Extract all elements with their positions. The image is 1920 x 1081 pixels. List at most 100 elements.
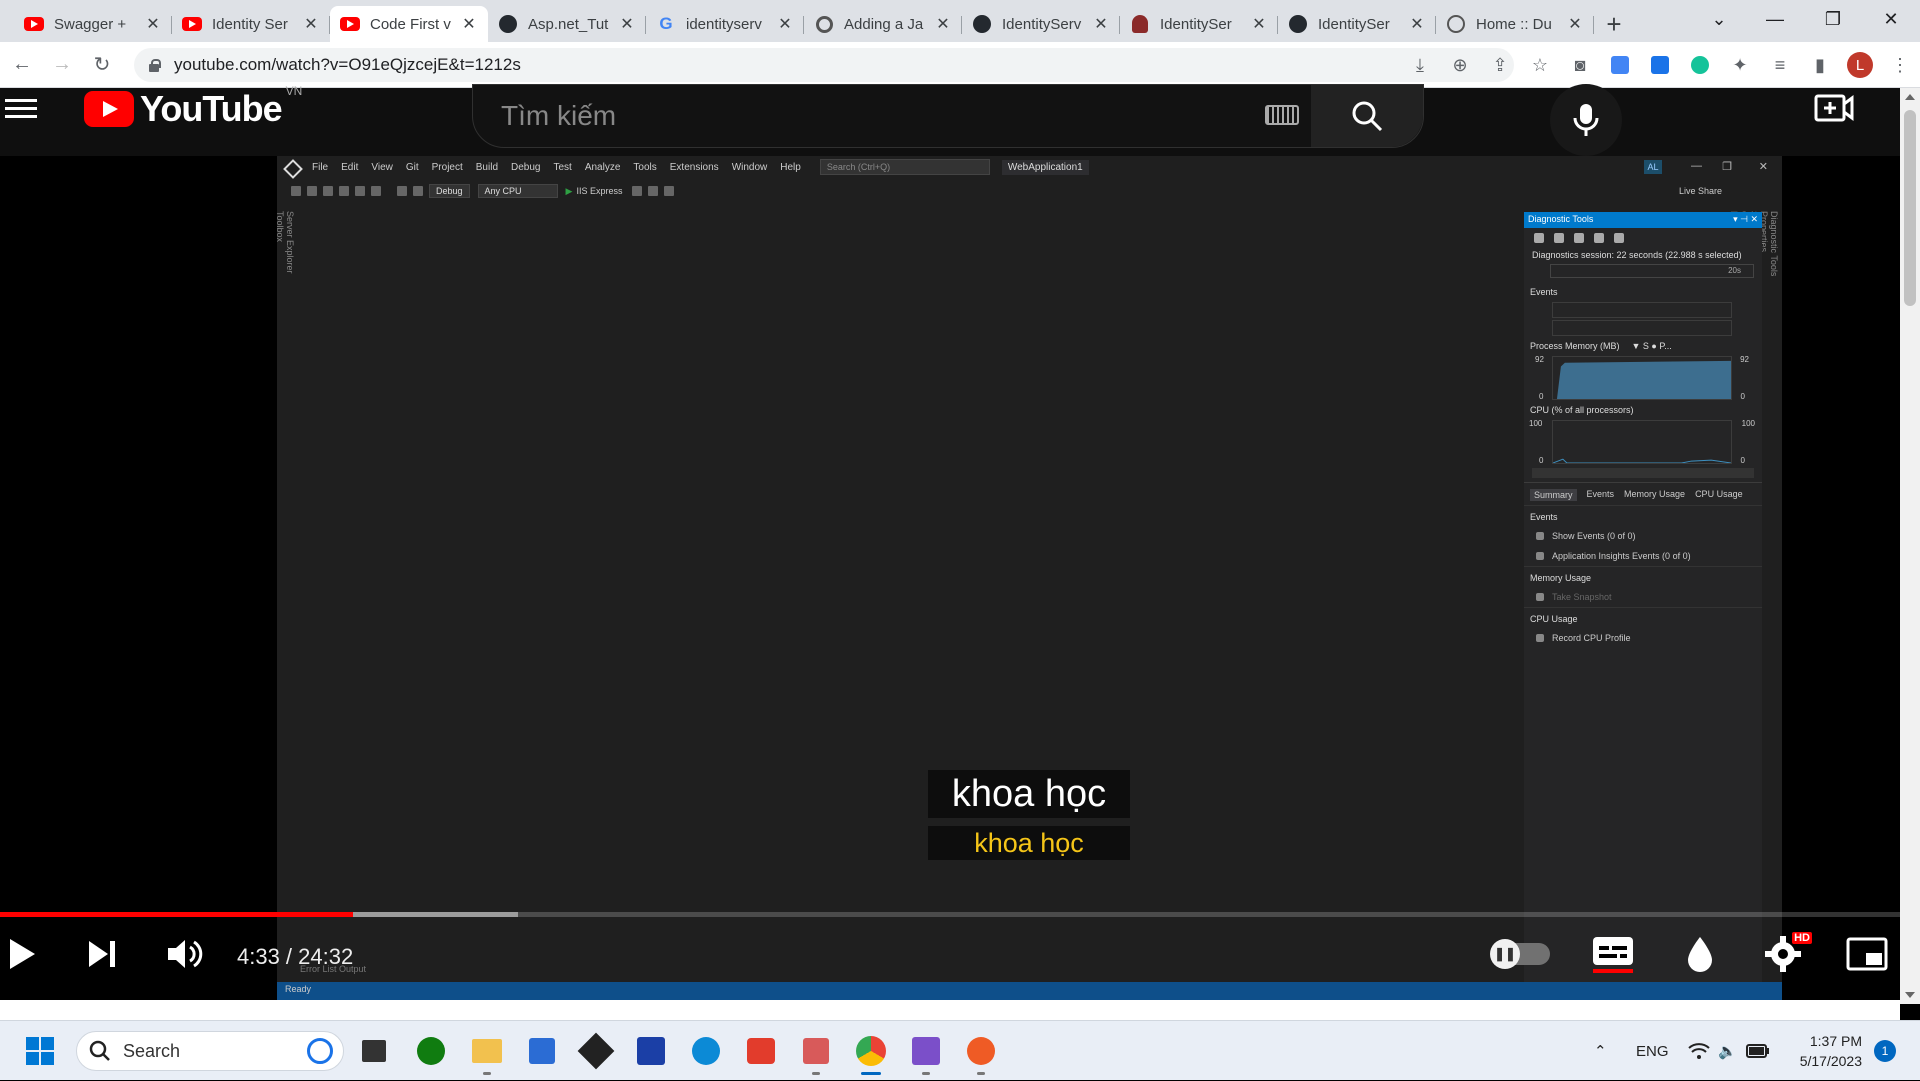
browser-tab[interactable]: Code First v ✕: [330, 6, 488, 42]
maximize-button[interactable]: ❐: [1804, 0, 1862, 38]
taskbar-search-box[interactable]: Search: [76, 1031, 344, 1071]
xbox-icon[interactable]: [413, 1033, 449, 1069]
close-tab-icon[interactable]: ✕: [302, 14, 320, 34]
task-view-icon[interactable]: [356, 1033, 392, 1069]
miniplayer-button[interactable]: [1842, 930, 1892, 978]
code-editor-icon[interactable]: [633, 1033, 669, 1069]
camera-extension-icon[interactable]: ◙: [1560, 45, 1600, 85]
address-bar[interactable]: youtube.com/watch?v=O91eQjzcejE&t=1212s: [134, 48, 1514, 82]
wps-office-icon[interactable]: [743, 1033, 779, 1069]
unity-icon[interactable]: [577, 1032, 615, 1070]
vs-forward-icon: [307, 186, 317, 196]
vs-menubar: File Edit View Git Project Build Debug Test Anal…: [277, 156, 1782, 178]
cpu-max-left: 100: [1529, 419, 1543, 428]
close-tab-icon[interactable]: ✕: [1566, 14, 1584, 34]
keyboard-icon[interactable]: [1265, 105, 1299, 125]
scrollbar-thumb[interactable]: [1904, 110, 1916, 306]
voice-search-button[interactable]: [1550, 84, 1622, 156]
zoom-icon[interactable]: ⊕: [1440, 45, 1480, 85]
close-tab-icon[interactable]: ✕: [1250, 14, 1268, 34]
close-tab-icon[interactable]: ✕: [934, 14, 952, 34]
tab-list: Swagger + ✕ Identity Ser ✕ Code First v ✕ Asp…: [0, 6, 1594, 42]
vs-minimize-icon: —: [1691, 160, 1702, 172]
microsoft-store-icon[interactable]: [524, 1033, 560, 1069]
new-tab-button[interactable]: +: [1594, 6, 1634, 42]
page-scrollbar[interactable]: [1900, 88, 1920, 1004]
diagnostic-tools-title: Diagnostic Tools ▾ ⊣ ✕: [1524, 212, 1762, 228]
media-controls-icon[interactable]: ≡: [1760, 45, 1800, 85]
browser-tab[interactable]: Swagger + ✕: [14, 6, 172, 42]
taskbar-clock[interactable]: 1:37 PM 5/17/2023: [1782, 1031, 1862, 1071]
postman-icon[interactable]: [963, 1033, 999, 1075]
chrome-icon[interactable]: [853, 1033, 889, 1075]
wifi-symbol: [1688, 1043, 1710, 1059]
file-explorer-icon[interactable]: [469, 1033, 505, 1075]
notification-badge[interactable]: 1: [1874, 1040, 1896, 1062]
close-tab-icon[interactable]: ✕: [1408, 14, 1426, 34]
vs-menu-item: Tools: [633, 161, 657, 173]
bookmark-star-icon[interactable]: ☆: [1520, 45, 1560, 85]
player-controls: 4:33 / 24:32 ❚❚ HD: [0, 926, 1900, 986]
side-panel-icon[interactable]: ▮: [1800, 45, 1840, 85]
forward-button[interactable]: →: [44, 47, 80, 83]
browser-tab[interactable]: IdentityServ ✕: [962, 6, 1120, 42]
browser-tab[interactable]: IdentitySer ✕: [1278, 6, 1436, 42]
close-tab-icon[interactable]: ✕: [776, 14, 794, 34]
search-button[interactable]: [1311, 85, 1423, 147]
browser-menu-icon[interactable]: ⋮: [1880, 45, 1920, 85]
youtube-search-input[interactable]: [473, 100, 1293, 132]
share-icon[interactable]: ⇪: [1480, 45, 1520, 85]
grammarly-extension-icon[interactable]: [1680, 45, 1720, 85]
diagnostic-tab: Events: [1586, 489, 1615, 499]
visual-studio-icon[interactable]: [908, 1033, 944, 1075]
browser-tab[interactable]: Gidentityserv ✕: [646, 6, 804, 42]
browser-tab[interactable]: IdentitySer ✕: [1120, 6, 1278, 42]
browser-tab[interactable]: Adding a Ja ✕: [804, 6, 962, 42]
close-tab-icon[interactable]: ✕: [618, 14, 636, 34]
reload-button[interactable]: ↻: [84, 47, 120, 83]
profile-avatar[interactable]: L: [1840, 45, 1880, 85]
tab-search-chevron-icon[interactable]: ⌄: [1690, 0, 1748, 38]
clock-time: 1:37 PM: [1809, 1033, 1862, 1049]
play-button[interactable]: [2, 930, 42, 978]
close-tab-icon[interactable]: ✕: [1092, 14, 1110, 34]
subtitles-button[interactable]: [1588, 930, 1638, 978]
browser-tab[interactable]: Asp.net_Tut ✕: [488, 6, 646, 42]
next-button[interactable]: [82, 930, 122, 978]
video-progress-bar[interactable]: [0, 912, 1900, 917]
close-window-button[interactable]: ✕: [1862, 0, 1920, 38]
site-icon: [814, 14, 834, 34]
video-player[interactable]: File Edit View Git Project Build Debug Test Anal…: [0, 156, 1900, 1002]
install-app-icon[interactable]: ⤓: [1400, 45, 1440, 85]
scroll-up-arrow-icon[interactable]: [1905, 94, 1915, 100]
scroll-down-arrow-icon[interactable]: [1905, 992, 1915, 998]
speaker-icon[interactable]: 🔈: [1718, 1021, 1737, 1081]
guide-menu-icon[interactable]: [5, 94, 37, 120]
battery-icon[interactable]: [1746, 1021, 1770, 1081]
create-video-button[interactable]: [1814, 92, 1854, 124]
autoplay-toggle[interactable]: ❚❚: [1490, 930, 1554, 978]
browser-tab[interactable]: Identity Ser ✕: [172, 6, 330, 42]
memory-legend: ▼ S ● P...: [1631, 341, 1672, 351]
browser-tab[interactable]: Home :: Du ✕: [1436, 6, 1594, 42]
snipping-tool-icon[interactable]: [798, 1033, 834, 1075]
youtube-logo[interactable]: YouTube VN: [84, 84, 302, 130]
tray-overflow-chevron-icon[interactable]: ⌃: [1594, 1021, 1607, 1081]
edge-icon[interactable]: [688, 1033, 724, 1069]
translate-extension-icon[interactable]: [1600, 45, 1640, 85]
vs-side-tab: Server Explorer: [285, 211, 295, 274]
close-tab-icon[interactable]: ✕: [144, 14, 162, 34]
ambient-mode-button[interactable]: [1678, 930, 1722, 978]
language-indicator[interactable]: ENG: [1636, 1021, 1669, 1081]
extensions-puzzle-icon[interactable]: ✦: [1720, 45, 1760, 85]
close-tab-icon[interactable]: ✕: [460, 14, 478, 34]
minimize-button[interactable]: —: [1746, 0, 1804, 38]
settings-button[interactable]: HD: [1758, 930, 1812, 978]
profile-icon: [1130, 14, 1150, 34]
dropbox-extension-icon[interactable]: [1640, 45, 1680, 85]
start-button[interactable]: [26, 1037, 54, 1065]
volume-button[interactable]: [163, 930, 207, 978]
back-button[interactable]: ←: [4, 47, 40, 83]
vs-menu-item: Build: [475, 161, 499, 173]
wifi-icon[interactable]: [1688, 1021, 1710, 1081]
